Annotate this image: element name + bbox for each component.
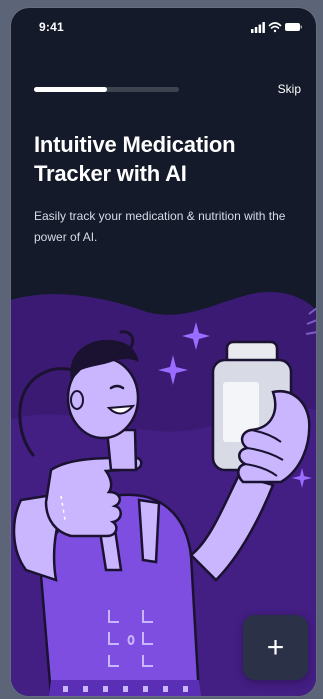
page-subtitle: Easily track your medication & nutrition… <box>34 209 286 244</box>
status-time: 9:41 <box>39 20 64 34</box>
phone-screen: 9:41 Skip Intuitive Medication Tracker w… <box>11 8 316 696</box>
status-bar: 9:41 <box>11 8 316 48</box>
wifi-icon <box>268 22 282 33</box>
add-button[interactable]: + <box>243 615 308 680</box>
page-title: Intuitive Medication Tracker with AI <box>34 132 236 186</box>
status-icons <box>251 22 302 33</box>
onboarding-progress <box>34 87 179 92</box>
battery-icon <box>285 23 302 31</box>
skip-button[interactable]: Skip <box>278 82 301 96</box>
signal-icon <box>251 22 265 33</box>
onboarding-progress-fill <box>34 87 107 92</box>
